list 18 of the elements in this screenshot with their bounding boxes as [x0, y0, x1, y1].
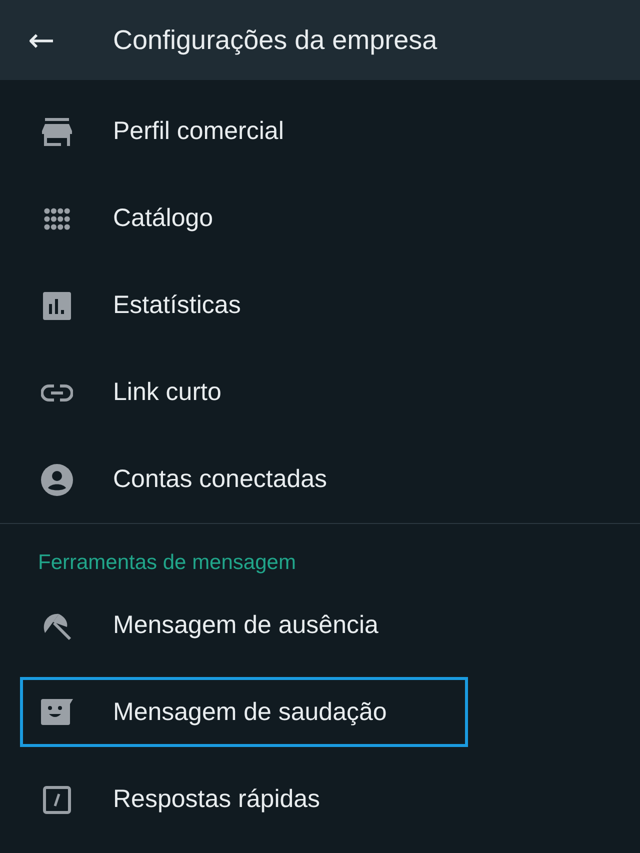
account-icon — [40, 464, 72, 496]
store-icon — [42, 118, 72, 146]
bar-chart-icon — [42, 292, 70, 320]
settings-item[interactable]: Estatísticas — [0, 262, 640, 349]
link-icon — [40, 384, 72, 402]
settings-item[interactable]: Mensagem de ausência — [0, 582, 640, 669]
settings-item[interactable]: Mensagem de saudação — [20, 677, 468, 747]
slash-box-icon — [42, 786, 70, 814]
smiley-message-icon — [40, 699, 72, 725]
back-button[interactable]: ← — [0, 0, 113, 80]
settings-item[interactable]: Contas conectadas — [0, 436, 640, 523]
section-title: Ferramentas de mensagem — [37, 550, 297, 576]
settings-item[interactable]: Link curto — [0, 349, 640, 436]
page-title: Configurações da empresa — [113, 24, 438, 56]
dot-grid-icon — [44, 206, 70, 230]
settings-item[interactable]: Perfil comercial — [0, 88, 640, 175]
settings-item[interactable]: Respostas rápidas — [0, 756, 640, 843]
settings-item[interactable]: Catálogo — [0, 175, 640, 262]
